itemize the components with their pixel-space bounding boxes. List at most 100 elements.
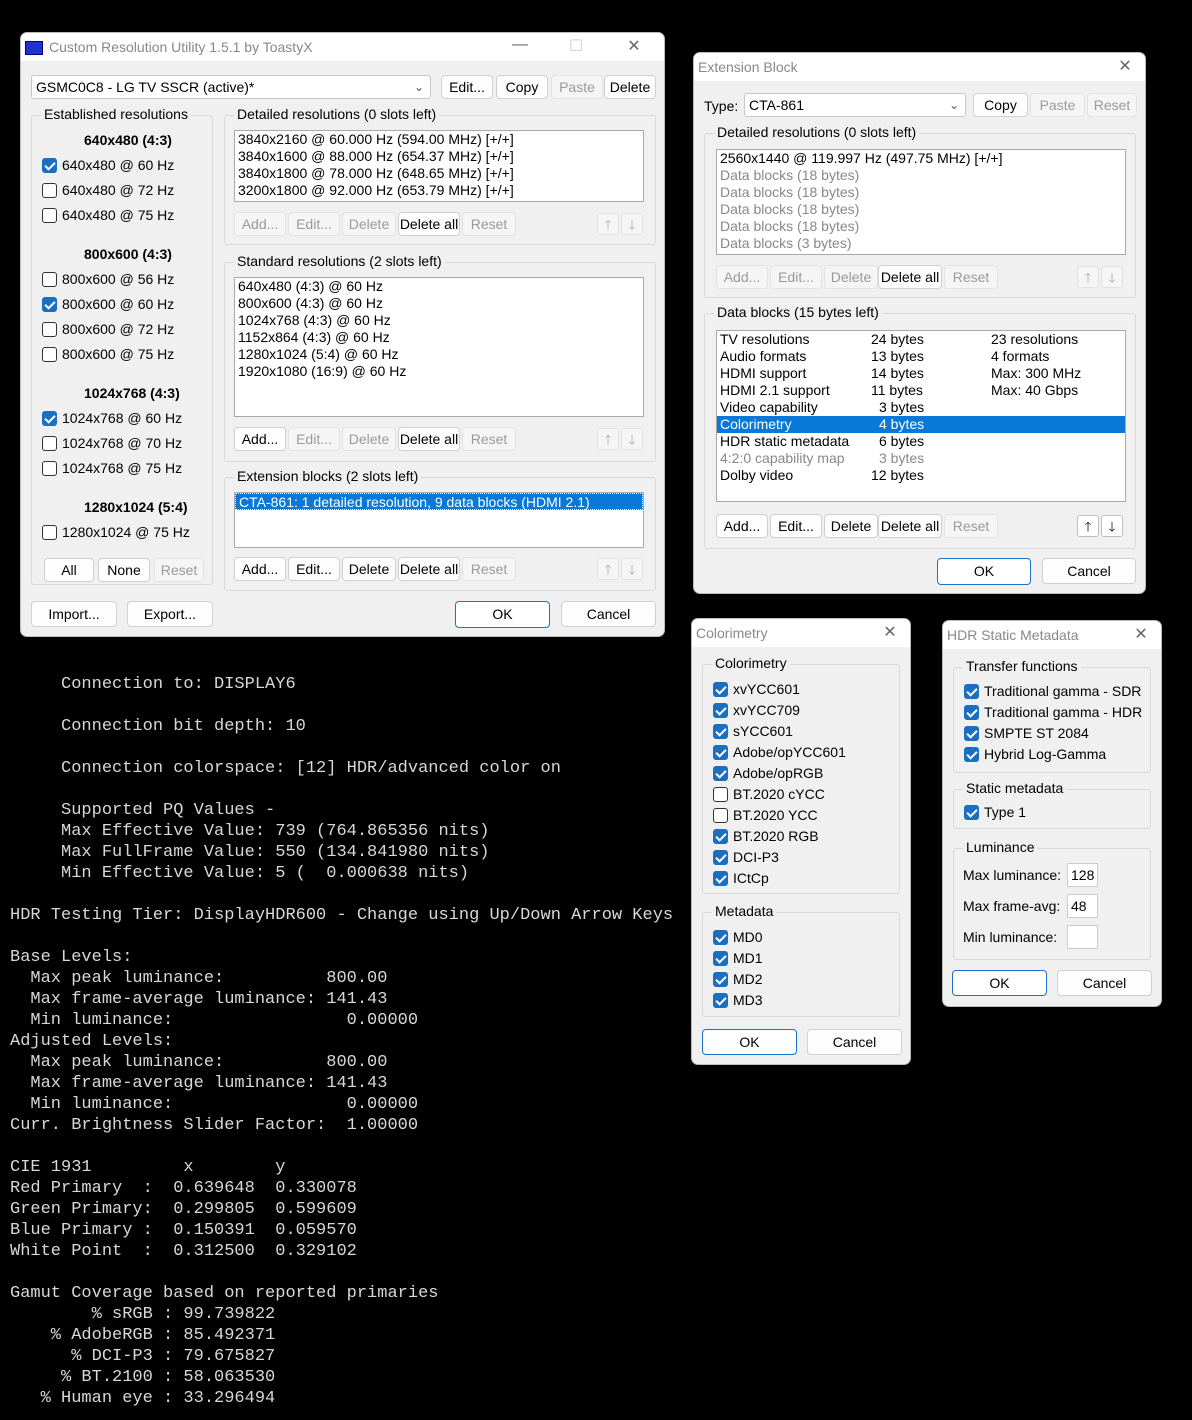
checkbox[interactable] — [713, 993, 728, 1008]
colorimetry-checkbox[interactable]: xvYCC601 — [713, 680, 800, 698]
arrow-down-icon[interactable]: 🡓 — [621, 428, 643, 450]
cancel-button[interactable]: Cancel — [807, 1029, 902, 1055]
checkbox[interactable] — [713, 808, 728, 823]
standard-row[interactable]: 1024x768 (4:3) @ 60 Hz — [235, 312, 643, 329]
checkbox[interactable] — [713, 703, 728, 718]
checkbox[interactable] — [42, 525, 57, 540]
arrow-up-icon[interactable]: 🡑 — [1077, 266, 1099, 288]
close-icon[interactable]: ✕ — [619, 36, 649, 56]
reset-standard-button[interactable]: Reset — [462, 427, 516, 451]
established-checkbox[interactable]: 1024x768 @ 60 Hz — [42, 409, 182, 427]
arrow-up-icon[interactable]: 🡑 — [597, 213, 619, 235]
paste-button[interactable]: Paste — [551, 75, 603, 99]
reset-established-button[interactable]: Reset — [154, 558, 204, 582]
edit-extension-button[interactable]: Edit... — [288, 557, 340, 581]
checkbox[interactable] — [964, 684, 979, 699]
metadata-checkbox[interactable]: MD1 — [713, 949, 763, 967]
detailed-row[interactable]: 3840x2160 @ 60.000 Hz (594.00 MHz) [+/+] — [235, 131, 643, 148]
colorimetry-checkbox[interactable]: BT.2020 RGB — [713, 827, 819, 845]
detailed-row[interactable]: 3200x1800 @ 92.000 Hz (653.79 MHz) [+/+] — [235, 182, 643, 199]
delete-all-button[interactable]: Delete all — [878, 265, 942, 289]
add-datablock-button[interactable]: Add... — [716, 514, 768, 538]
datablock-row[interactable]: Dolby video 12 bytes — [717, 467, 1125, 484]
reset-button[interactable]: Reset — [1087, 93, 1137, 117]
metadata-checkbox[interactable]: MD3 — [713, 991, 763, 1009]
delete-extension-button[interactable]: Delete — [342, 557, 396, 581]
max-frame-avg-field[interactable]: 48 — [1067, 894, 1098, 918]
cancel-button[interactable]: Cancel — [1042, 558, 1136, 584]
established-checkbox[interactable]: 800x600 @ 60 Hz — [42, 295, 174, 313]
standard-row[interactable]: 1280x1024 (5:4) @ 60 Hz — [235, 346, 643, 363]
delete-all-extension-button[interactable]: Delete all — [398, 557, 460, 581]
extension-list[interactable]: CTA-861: 1 detailed resolution, 9 data b… — [234, 492, 644, 548]
ext-detailed-row[interactable]: 2560x1440 @ 119.997 Hz (497.75 MHz) [+/+… — [717, 150, 1125, 167]
checkbox[interactable] — [713, 787, 728, 802]
edit-standard-button[interactable]: Edit... — [288, 427, 340, 451]
arrow-down-icon[interactable]: 🡓 — [1101, 266, 1123, 288]
copy-button[interactable]: Copy — [973, 93, 1028, 117]
checkbox[interactable] — [713, 682, 728, 697]
checkbox[interactable] — [713, 951, 728, 966]
transfer-checkbox[interactable]: Traditional gamma - HDR — [964, 703, 1142, 721]
edit-display-button[interactable]: Edit... — [441, 75, 493, 99]
delete-all-detailed-button[interactable]: Delete all — [398, 212, 460, 236]
metadata-checkbox[interactable]: MD2 — [713, 970, 763, 988]
delete-all-standard-button[interactable]: Delete all — [398, 427, 460, 451]
none-button[interactable]: None — [98, 558, 150, 582]
standard-row[interactable]: 800x600 (4:3) @ 60 Hz — [235, 295, 643, 312]
established-checkbox[interactable]: 800x600 @ 56 Hz — [42, 270, 174, 288]
reset-detailed-button[interactable]: Reset — [944, 265, 998, 289]
checkbox[interactable] — [713, 871, 728, 886]
established-checkbox[interactable]: 1024x768 @ 75 Hz — [42, 459, 182, 477]
transfer-checkbox[interactable]: Traditional gamma - SDR — [964, 682, 1141, 700]
cancel-button[interactable]: Cancel — [561, 601, 656, 627]
checkbox[interactable] — [42, 436, 57, 451]
close-icon[interactable]: ✕ — [875, 622, 905, 642]
edit-datablock-button[interactable]: Edit... — [770, 514, 822, 538]
datablocks-list[interactable]: TV resolutions 24 bytes 23 resolutions Audi… — [716, 330, 1126, 502]
detailed-row[interactable]: 3840x1600 @ 88.000 Hz (654.37 MHz) [+/+] — [235, 148, 643, 165]
min-luminance-field[interactable] — [1067, 925, 1098, 949]
checkbox[interactable] — [42, 208, 57, 223]
import-button[interactable]: Import... — [31, 601, 117, 627]
checkbox[interactable] — [964, 747, 979, 762]
established-checkbox[interactable]: 640x480 @ 72 Hz — [42, 181, 174, 199]
datablock-row[interactable]: Video capability 3 bytes — [717, 399, 1125, 416]
standard-list[interactable]: 640x480 (4:3) @ 60 Hz 800x600 (4:3) @ 60 … — [234, 277, 644, 417]
established-checkbox[interactable]: 640x480 @ 75 Hz — [42, 206, 174, 224]
ok-button[interactable]: OK — [455, 601, 550, 628]
display-select[interactable]: GSMC0C8 - LG TV SSCR (active)* ⌄ — [31, 75, 431, 99]
colorimetry-checkbox[interactable]: xvYCC709 — [713, 701, 800, 719]
ext-detailed-list[interactable]: 2560x1440 @ 119.997 Hz (497.75 MHz) [+/+… — [716, 149, 1126, 255]
established-checkbox[interactable]: 800x600 @ 75 Hz — [42, 345, 174, 363]
edit-button[interactable]: Edit... — [770, 265, 822, 289]
max-luminance-field[interactable]: 128 — [1067, 863, 1098, 887]
checkbox[interactable] — [713, 930, 728, 945]
datablock-row[interactable]: 4:2:0 capability map 3 bytes — [717, 450, 1125, 467]
add-standard-button[interactable]: Add... — [234, 427, 286, 451]
checkbox[interactable] — [42, 183, 57, 198]
established-checkbox[interactable]: 640x480 @ 60 Hz — [42, 156, 174, 174]
reset-datablock-button[interactable]: Reset — [944, 514, 998, 538]
detailed-list[interactable]: 3840x2160 @ 60.000 Hz (594.00 MHz) [+/+]… — [234, 130, 644, 202]
ext-detailed-row[interactable]: Data blocks (3 bytes) — [717, 235, 1125, 252]
checkbox[interactable] — [964, 805, 979, 820]
delete-button[interactable]: Delete — [824, 265, 878, 289]
arrow-up-icon[interactable]: 🡑 — [597, 558, 619, 580]
colorimetry-checkbox[interactable]: sYCC601 — [713, 722, 793, 740]
ext-detailed-row[interactable]: Data blocks (18 bytes) — [717, 184, 1125, 201]
checkbox[interactable] — [713, 850, 728, 865]
standard-row[interactable]: 1152x864 (4:3) @ 60 Hz — [235, 329, 643, 346]
checkbox[interactable] — [42, 347, 57, 362]
add-detailed-button[interactable]: Add... — [234, 212, 286, 236]
close-icon[interactable]: ✕ — [1126, 624, 1156, 644]
edit-detailed-button[interactable]: Edit... — [288, 212, 340, 236]
delete-all-datablock-button[interactable]: Delete all — [878, 514, 942, 538]
checkbox[interactable] — [713, 724, 728, 739]
extension-row[interactable]: CTA-861: 1 detailed resolution, 9 data b… — [235, 493, 643, 510]
add-extension-button[interactable]: Add... — [234, 557, 286, 581]
checkbox[interactable] — [42, 411, 57, 426]
close-icon[interactable]: ✕ — [1110, 56, 1140, 76]
established-checkbox[interactable]: 1280x1024 @ 75 Hz — [42, 523, 190, 541]
transfer-checkbox[interactable]: SMPTE ST 2084 — [964, 724, 1089, 742]
